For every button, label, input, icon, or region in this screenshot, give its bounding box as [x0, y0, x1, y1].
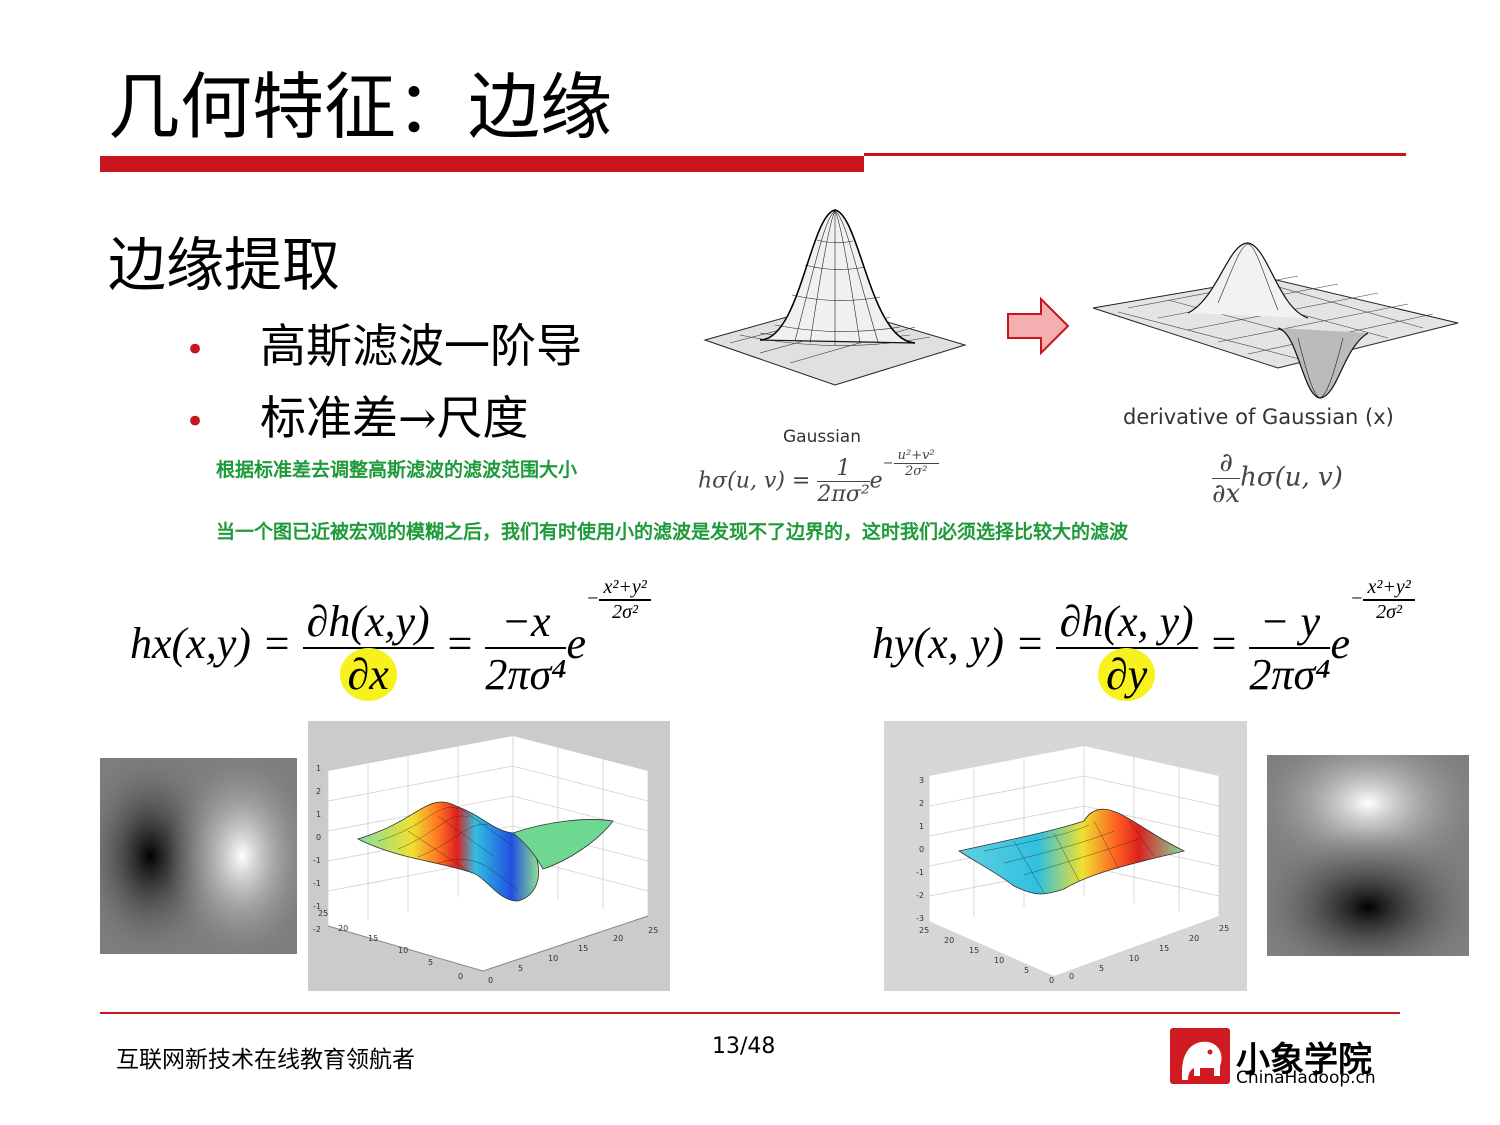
- svg-text:25: 25: [648, 926, 658, 935]
- gaussian-surface-figure: [703, 209, 967, 386]
- bullet-dot-icon: •: [185, 402, 206, 442]
- derivative-gaussian-figure: [1092, 242, 1459, 399]
- highlight-dy: ∂y: [1098, 648, 1156, 701]
- logo-subtitle: ChinaHadoop.cn: [1236, 1068, 1376, 1088]
- svg-text:20: 20: [944, 936, 954, 945]
- svg-text:-2: -2: [313, 925, 321, 934]
- svg-text:2: 2: [919, 799, 924, 808]
- title-underline-thin: [864, 153, 1406, 156]
- svg-text:25: 25: [919, 926, 929, 935]
- svg-text:15: 15: [969, 946, 979, 955]
- hx-kernel-image: [100, 758, 297, 954]
- svg-text:3: 3: [919, 776, 924, 785]
- svg-text:-2: -2: [916, 891, 924, 900]
- svg-text:10: 10: [1129, 954, 1139, 963]
- gaussian-caption: Gaussian: [783, 427, 861, 447]
- svg-text:20: 20: [1189, 934, 1199, 943]
- hx-formula: hx(x,y) = ∂h(x,y) ∂x = −x 2πσ⁴ e− x²+y² 2σ²: [130, 576, 651, 701]
- svg-text:0: 0: [1049, 976, 1054, 985]
- svg-text:15: 15: [578, 944, 588, 953]
- svg-text:1: 1: [316, 764, 321, 773]
- svg-text:0: 0: [488, 976, 493, 985]
- note-text: 当一个图已近被宏观的模糊之后，我们有时使用小的滤波是发现不了边界的，这时我们必须…: [216, 521, 1129, 543]
- svg-text:5: 5: [518, 964, 523, 973]
- hy-surface-plot: 32 10 -1-2 -3 2520 1510 50 05 1015 2025: [884, 721, 1247, 991]
- bullet-item: • 标准差→尺度: [185, 388, 529, 452]
- svg-text:5: 5: [1024, 966, 1029, 975]
- svg-text:-1: -1: [313, 879, 321, 888]
- footer-divider: [100, 1012, 1400, 1014]
- title-underline-thick: [100, 156, 864, 172]
- bullet-text: 高斯滤波一阶导: [260, 319, 582, 373]
- svg-text:20: 20: [613, 934, 623, 943]
- slide-title: 几何特征：边缘: [108, 65, 613, 149]
- svg-text:0: 0: [919, 845, 924, 854]
- svg-text:5: 5: [1099, 964, 1104, 973]
- footer-tagline: 互联网新技术在线教育领航者: [116, 1047, 415, 1073]
- svg-text:0: 0: [316, 833, 321, 842]
- svg-text:-1: -1: [916, 868, 924, 877]
- svg-text:25: 25: [318, 909, 328, 918]
- highlight-dx: ∂x: [339, 648, 397, 701]
- svg-text:1: 1: [316, 810, 321, 819]
- svg-text:20: 20: [338, 924, 348, 933]
- svg-text:0: 0: [1069, 972, 1074, 981]
- svg-text:1: 1: [919, 822, 924, 831]
- svg-text:0: 0: [458, 972, 463, 981]
- bullet-item: • 高斯滤波一阶导: [185, 316, 582, 380]
- right-arrow-icon: [1007, 296, 1070, 356]
- section-heading: 边缘提取: [108, 231, 341, 299]
- derivative-caption: derivative of Gaussian (x): [1123, 405, 1394, 429]
- svg-text:-3: -3: [916, 914, 924, 923]
- bullet-dot-icon: •: [185, 330, 206, 370]
- hy-kernel-image: [1267, 755, 1469, 956]
- hx-surface-plot: 12 10 -1-1 -1-2 05 1015 2025 2520 1510 5…: [308, 721, 670, 991]
- bullet-text: 标准差→尺度: [260, 391, 529, 445]
- elephant-logo-icon: [1170, 1028, 1230, 1084]
- note-text: 根据标准差去调整高斯滤波的滤波范围大小: [216, 459, 578, 481]
- svg-text:2: 2: [316, 787, 321, 796]
- svg-text:15: 15: [1159, 944, 1169, 953]
- svg-text:10: 10: [994, 956, 1004, 965]
- page-number: 13/48: [712, 1034, 776, 1059]
- svg-text:10: 10: [398, 946, 408, 955]
- svg-text:5: 5: [428, 958, 433, 967]
- derivative-formula: ∂ ∂x hσ(u, v): [1212, 448, 1343, 509]
- svg-text:25: 25: [1219, 924, 1229, 933]
- svg-text:10: 10: [548, 954, 558, 963]
- svg-text:-1: -1: [313, 856, 321, 865]
- hy-formula: hy(x, y) = ∂h(x, y) ∂y = − y 2πσ⁴ e− x²+y² 2σ…: [872, 576, 1415, 701]
- gaussian-formula: hσ(u, v) = 1 2πσ² e− u²+v² 2σ²: [698, 448, 939, 507]
- svg-text:15: 15: [368, 934, 378, 943]
